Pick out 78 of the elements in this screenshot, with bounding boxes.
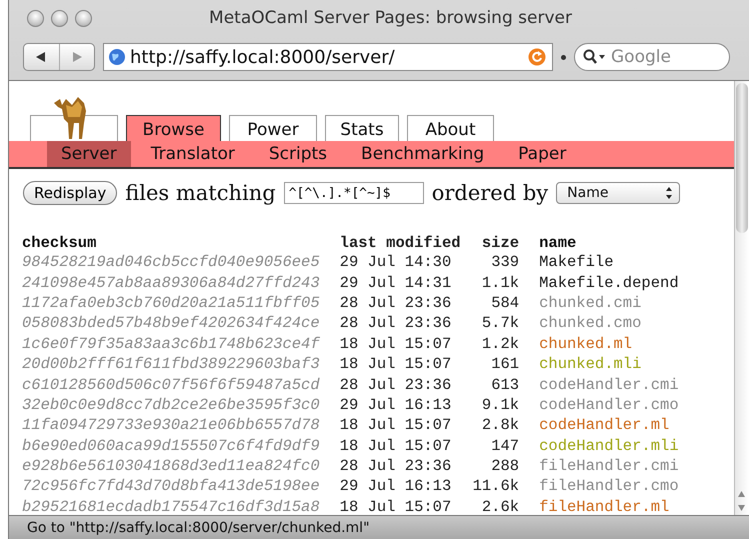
file-link[interactable]: Makefile.depend — [539, 272, 679, 293]
date-cell-text: 18 Jul 15:07 — [340, 496, 452, 515]
column-header: name — [539, 233, 578, 252]
order-dropdown[interactable]: Name — [556, 182, 680, 204]
file-link[interactable]: codeHandler.ml — [539, 415, 679, 436]
zoom-button[interactable] — [75, 10, 92, 26]
nav-tab[interactable]: Browse — [126, 115, 221, 141]
left-arrow-icon — [35, 51, 48, 63]
column-header: checksum — [22, 233, 98, 252]
date-cell-text: 29 Jul 14:31 — [340, 272, 452, 293]
size-cell-text: 2.6k — [480, 496, 520, 515]
size-cell-text: 1.2k — [480, 334, 520, 354]
minimize-button[interactable] — [51, 10, 68, 26]
size-cell-text: 147 — [490, 436, 520, 456]
checksum-cell-text: 984528219ad046cb5ccfd040e9056ee5 — [22, 252, 321, 272]
size-cell-text: 11.6k — [472, 476, 520, 497]
window-title: MetaOCaml Server Pages: browsing server — [208, 8, 573, 28]
status-text: Go to "http://saffy.local:8000/server/chunked.ml" — [27, 520, 370, 536]
date-cell-text: 28 Jul 23:36 — [340, 456, 452, 476]
checksum-cell-text: 20d00b2fff61f611fbd389229603baf3 — [22, 354, 321, 374]
order-label: ordered by — [432, 181, 548, 205]
size-cell-text: 1.1k — [480, 272, 520, 293]
date-cell-text: 28 Jul 23:36 — [340, 313, 452, 334]
checksum-cell-text: 32eb0c0e9d8cc7db2ce2e6be3595f3c0 — [22, 394, 321, 416]
checksum-cell-text: 1c6e0f79f35a83aa3c6b1748b623ce4f — [22, 334, 321, 354]
date-cell-text: 18 Jul 15:07 — [340, 415, 452, 436]
size-cell-text: 339 — [490, 252, 520, 272]
checksum-cell-text: 11fa094729733e930a21e06bb6557d78 — [22, 415, 321, 436]
size-cell-text: 161 — [490, 354, 520, 374]
column-header: last modified — [340, 233, 462, 252]
subnav-tab[interactable]: Server — [47, 141, 131, 167]
filter-label: files matching — [125, 181, 276, 205]
scrollbar[interactable] — [734, 81, 749, 515]
checksum-cell-text: 72c956fc7fd43d70d8bfa413de5198ee — [22, 476, 321, 497]
checksum-cell-text: 1172afa0eb3cb760d20a21a511fbff05 — [22, 292, 321, 314]
date-cell-text: 29 Jul 16:13 — [340, 394, 452, 416]
address-field[interactable]: http://saffy.local:8000/server/ — [103, 43, 553, 71]
size-cell-text: 5.7k — [480, 313, 520, 334]
date-cell-text: 29 Jul 16:13 — [340, 476, 452, 497]
stepper-icon — [665, 186, 674, 200]
checksum-cell-text: b29521681ecdadb175547c16df3d15a8 — [22, 496, 321, 515]
date-cell-text: 29 Jul 14:30 — [340, 252, 452, 272]
redisplay-button[interactable]: Redisplay — [23, 181, 118, 205]
url-text: http://saffy.local:8000/server/ — [130, 46, 396, 68]
search-icon — [583, 49, 607, 65]
subnav-tab[interactable]: Scripts — [254, 141, 342, 167]
date-cell-text: 18 Jul 15:07 — [340, 436, 452, 456]
snapback-dot[interactable] — [561, 54, 566, 60]
reload-icon[interactable] — [528, 48, 546, 66]
size-cell-text: 2.8k — [480, 415, 520, 436]
globe-icon — [108, 48, 126, 66]
date-cell-text: 18 Jul 15:07 — [340, 334, 452, 354]
checksum-cell-text: e928b6e56103041868d3ed11ea824fc0 — [22, 456, 321, 476]
date-cell-text: 28 Jul 23:36 — [340, 374, 452, 395]
close-button[interactable] — [27, 10, 44, 26]
subnav-tab[interactable]: Benchmarking — [347, 141, 498, 167]
search-field[interactable]: Google — [574, 43, 730, 71]
size-cell-text: 9.1k — [480, 394, 520, 416]
date-cell-text: 28 Jul 23:36 — [340, 292, 452, 314]
size-cell-text: 584 — [490, 292, 520, 314]
file-link[interactable]: chunked.ml — [539, 334, 679, 354]
nav-tab[interactable]: About — [407, 115, 494, 141]
file-link[interactable]: fileHandler.ml — [539, 496, 679, 515]
checksum-cell-text: 058083bded57b48b9ef4202634f424ce — [22, 313, 321, 334]
date-cell-text: 18 Jul 15:07 — [340, 354, 452, 374]
file-link[interactable]: Makefile — [539, 252, 679, 272]
subnav-tab[interactable]: Translator — [136, 141, 249, 167]
checksum-cell-text: c610128560d506c07f56f6f59487a5cd — [22, 374, 321, 395]
checksum-cell-text: b6e90ed060aca99d155507c6f4fd9df9 — [22, 436, 321, 456]
checksum-cell-text: 241098e457ab8aa89306a84d27ffd243 — [22, 272, 321, 293]
nav-tab[interactable]: Power — [229, 115, 317, 141]
right-arrow-icon — [70, 51, 83, 63]
pattern-field[interactable]: ^[^\.].*[^~]$ — [284, 182, 424, 204]
subnav-tab[interactable]: Paper — [504, 141, 580, 167]
size-cell-text: 288 — [490, 456, 520, 476]
nav-tab[interactable]: Stats — [325, 115, 399, 141]
size-cell-text: 613 — [490, 374, 520, 395]
column-header: size — [480, 233, 520, 252]
